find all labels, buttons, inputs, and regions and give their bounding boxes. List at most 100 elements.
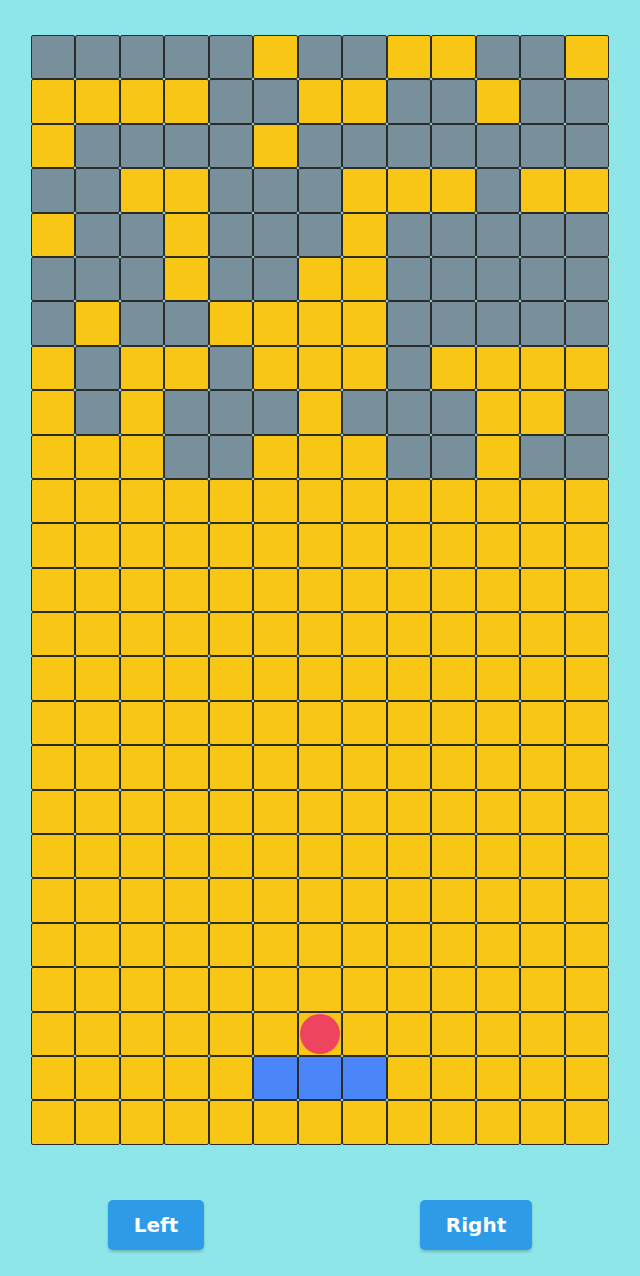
board-cell xyxy=(342,346,386,390)
board-cell xyxy=(520,479,564,523)
brick xyxy=(565,213,609,257)
board-cell xyxy=(342,967,386,1011)
board-cell xyxy=(298,745,342,789)
brick xyxy=(431,435,475,479)
board-cell xyxy=(520,568,564,612)
board-cell xyxy=(164,568,208,612)
board-cell xyxy=(209,745,253,789)
board-cell xyxy=(565,967,609,1011)
board-cell xyxy=(75,568,119,612)
paddle-segment xyxy=(253,1056,297,1100)
board-cell xyxy=(520,701,564,745)
brick xyxy=(120,213,164,257)
board-cell xyxy=(164,745,208,789)
board-cell xyxy=(342,523,386,567)
board-cell xyxy=(209,967,253,1011)
board-cell xyxy=(342,435,386,479)
game-screen: Left Right xyxy=(0,0,640,1276)
board-cell xyxy=(75,878,119,922)
board-cell xyxy=(387,923,431,967)
board-cell xyxy=(476,390,520,434)
board-cell xyxy=(120,923,164,967)
brick xyxy=(387,435,431,479)
brick xyxy=(565,124,609,168)
board-cell xyxy=(431,479,475,523)
board-cell xyxy=(120,1012,164,1056)
board-cell xyxy=(75,923,119,967)
board-cell xyxy=(387,568,431,612)
board-cell xyxy=(342,1012,386,1056)
board-cell xyxy=(209,878,253,922)
board-cell xyxy=(520,656,564,700)
board-cell xyxy=(342,213,386,257)
board-cell xyxy=(120,1100,164,1144)
brick xyxy=(431,213,475,257)
board-cell xyxy=(342,79,386,123)
board-cell xyxy=(75,1012,119,1056)
board-cell xyxy=(387,35,431,79)
board-cell xyxy=(520,745,564,789)
board-cell xyxy=(31,745,75,789)
board-cell xyxy=(253,479,297,523)
board-cell xyxy=(253,301,297,345)
board-cell xyxy=(387,656,431,700)
board-cell xyxy=(75,435,119,479)
board-cell xyxy=(298,1100,342,1144)
brick xyxy=(431,301,475,345)
right-button[interactable]: Right xyxy=(420,1200,532,1250)
board-cell xyxy=(120,479,164,523)
board-cell xyxy=(75,479,119,523)
left-button[interactable]: Left xyxy=(108,1200,205,1250)
brick xyxy=(520,435,564,479)
board-cell xyxy=(387,1012,431,1056)
board-cell xyxy=(164,834,208,878)
board-cell xyxy=(476,967,520,1011)
board-cell xyxy=(120,790,164,834)
board-cell xyxy=(253,878,297,922)
board-cell xyxy=(387,1056,431,1100)
board-cell xyxy=(209,1100,253,1144)
board-cell xyxy=(120,701,164,745)
board-cell xyxy=(31,1056,75,1100)
board-cell xyxy=(476,612,520,656)
board-cell xyxy=(209,656,253,700)
brick xyxy=(75,168,119,212)
board-cell xyxy=(342,168,386,212)
board-cell xyxy=(431,523,475,567)
brick xyxy=(164,35,208,79)
brick xyxy=(75,124,119,168)
board-cell xyxy=(164,1056,208,1100)
brick xyxy=(298,35,342,79)
brick xyxy=(209,435,253,479)
board-cell xyxy=(476,1100,520,1144)
board-cell xyxy=(75,523,119,567)
board-cell xyxy=(431,168,475,212)
board-cell xyxy=(565,168,609,212)
board-cell xyxy=(565,568,609,612)
board-cell xyxy=(431,568,475,612)
board-cell xyxy=(520,523,564,567)
board-cell xyxy=(520,168,564,212)
board-cell xyxy=(164,1012,208,1056)
board-cell xyxy=(253,967,297,1011)
board-cell xyxy=(476,834,520,878)
game-board xyxy=(31,35,609,1145)
board-cell xyxy=(520,878,564,922)
brick xyxy=(387,257,431,301)
board-cell xyxy=(298,390,342,434)
board-cell xyxy=(298,656,342,700)
board-cell xyxy=(387,479,431,523)
board-cell xyxy=(342,923,386,967)
board-cell xyxy=(476,878,520,922)
board-cell xyxy=(209,301,253,345)
board-cell xyxy=(565,479,609,523)
brick xyxy=(565,435,609,479)
board-cell xyxy=(431,35,475,79)
board-cell xyxy=(298,878,342,922)
board-cell xyxy=(75,1100,119,1144)
board-cell xyxy=(253,435,297,479)
board-cell xyxy=(565,346,609,390)
board-cell xyxy=(476,1012,520,1056)
board-cell xyxy=(120,346,164,390)
board-cell xyxy=(75,656,119,700)
